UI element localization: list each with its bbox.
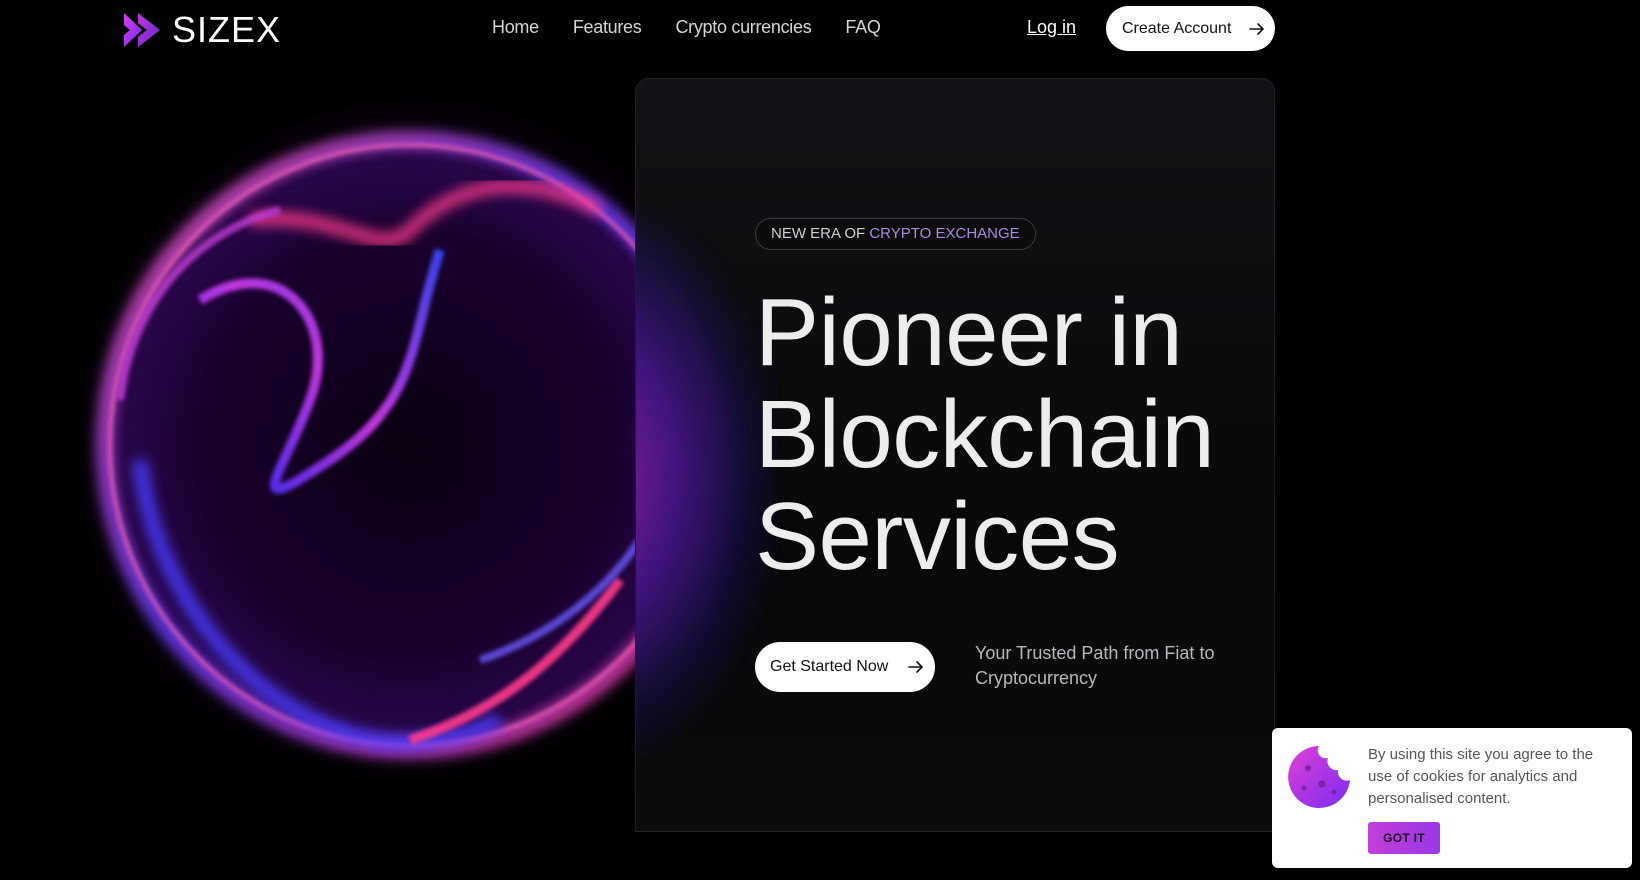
cookie-icon	[1288, 746, 1350, 808]
arrow-right-icon	[1249, 22, 1265, 35]
nav-item-crypto-currencies[interactable]: Crypto currencies	[675, 16, 811, 38]
cookie-accept-button[interactable]: GOT IT	[1368, 822, 1440, 854]
sizex-logo-icon	[124, 13, 160, 47]
main-nav: Home Features Crypto currencies FAQ	[492, 16, 881, 38]
cookie-message: By using this site you agree to the use …	[1368, 746, 1594, 807]
brand-name: SIZEX	[172, 9, 282, 50]
page: SIZEX Home Features Crypto currencies FA…	[0, 0, 1640, 880]
cookie-banner: By using this site you agree to the use …	[1272, 728, 1632, 868]
badge-text-part1: NEW ERA OF	[771, 225, 870, 242]
brand-logo[interactable]: SIZEX	[122, 11, 281, 49]
badge-text-part2: CRYPTO EXCHANGE	[869, 225, 1020, 242]
headline-line-1: Pioneer in	[755, 279, 1183, 386]
nav-item-features[interactable]: Features	[573, 16, 642, 38]
nav-item-faq[interactable]: FAQ	[845, 16, 880, 38]
get-started-label: Get Started Now	[770, 658, 889, 675]
nav-item-home[interactable]: Home	[492, 16, 539, 38]
login-link[interactable]: Log in	[1027, 16, 1076, 38]
site-header: SIZEX Home Features Crypto currencies FA…	[0, 0, 1640, 60]
hero-headline: Pioneer in Blockchain Services	[755, 282, 1275, 588]
create-account-button[interactable]: Create Account	[1106, 6, 1275, 51]
hero-tagline: Your Trusted Path from Fiat to Cryptocur…	[975, 643, 1215, 688]
create-account-label: Create Account	[1122, 19, 1232, 37]
headline-line-3: Services	[755, 483, 1120, 590]
get-started-button[interactable]: Get Started Now	[755, 642, 935, 692]
headline-line-2: Blockchain	[755, 381, 1215, 488]
hero-badge: NEW ERA OF CRYPTO EXCHANGE	[755, 218, 1036, 250]
arrow-right-icon	[908, 661, 924, 673]
